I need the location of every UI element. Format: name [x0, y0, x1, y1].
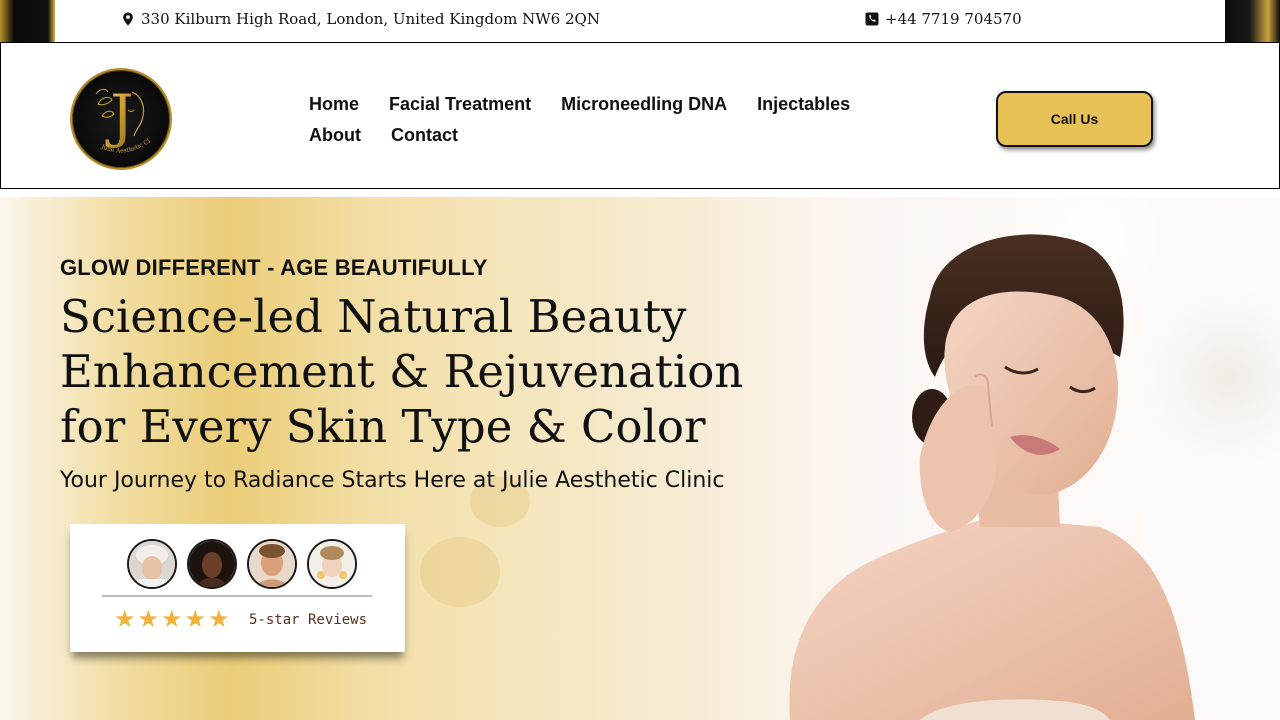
nav-row-2: About Contact	[309, 120, 869, 151]
top-info-bar-inner: 330 Kilburn High Road, London, United Ki…	[55, 0, 1225, 42]
hero-subline: Your Journey to Radiance Starts Here at …	[60, 468, 725, 493]
main-navigation: Home Facial Treatment Microneedling DNA …	[309, 89, 869, 151]
reviewer-avatar	[187, 539, 237, 589]
reviews-label: 5-star Reviews	[249, 612, 368, 628]
nav-row-1: Home Facial Treatment Microneedling DNA …	[309, 89, 869, 120]
phone-square-icon	[865, 12, 879, 26]
clinic-logo[interactable]: J Julie Aesthetic Clinic	[70, 68, 172, 170]
site-header: J Julie Aesthetic Clinic Home Facial Tre…	[0, 42, 1280, 189]
nav-item-facial-treatment[interactable]: Facial Treatment	[389, 94, 531, 115]
reviews-divider	[102, 595, 372, 597]
star-icon: ★	[114, 606, 136, 633]
star-icon: ★	[208, 606, 230, 633]
address-block: 330 Kilburn High Road, London, United Ki…	[121, 10, 600, 28]
logo-monogram-icon: J Julie Aesthetic Clinic	[72, 70, 152, 155]
hero-model-image	[789, 234, 1195, 720]
call-us-button[interactable]: Call Us	[996, 91, 1153, 147]
nav-item-home[interactable]: Home	[309, 94, 359, 115]
headline-line-2: Enhancement & Rejuvenation	[60, 345, 744, 398]
nav-item-injectables[interactable]: Injectables	[757, 94, 850, 115]
reviewer-avatars	[127, 539, 357, 589]
nav-item-microneedling-dna[interactable]: Microneedling DNA	[561, 94, 727, 115]
ghost-flower-decoration	[420, 537, 500, 607]
hero-section: GLOW DIFFERENT - AGE BEAUTIFULLY Science…	[0, 197, 1280, 720]
star-rating: ★ ★ ★ ★ ★	[114, 608, 230, 632]
logo-letter: J	[105, 82, 133, 150]
top-info-bar: 330 Kilburn High Road, London, United Ki…	[0, 0, 1280, 42]
reviewer-avatar	[127, 539, 177, 589]
reviewer-avatar	[307, 539, 357, 589]
reviews-card: ★ ★ ★ ★ ★ 5-star Reviews	[70, 524, 405, 652]
address-text: 330 Kilburn High Road, London, United Ki…	[141, 10, 600, 28]
headline-line-3: for Every Skin Type & Color	[60, 400, 706, 453]
phone-text[interactable]: +44 7719 704570	[885, 10, 1022, 28]
phone-block[interactable]: +44 7719 704570	[865, 10, 1022, 28]
hero-eyebrow: GLOW DIFFERENT - AGE BEAUTIFULLY	[60, 255, 488, 280]
star-icon: ★	[161, 606, 183, 633]
nav-item-about[interactable]: About	[309, 125, 361, 146]
star-icon: ★	[137, 606, 160, 633]
star-icon: ★	[184, 606, 207, 633]
headline-line-1: Science-led Natural Beauty	[60, 290, 687, 343]
map-pin-icon	[123, 12, 133, 26]
nav-item-contact[interactable]: Contact	[391, 125, 458, 146]
reviewer-avatar	[247, 539, 297, 589]
hero-headline: Science-led Natural Beauty Enhancement &…	[60, 289, 780, 454]
